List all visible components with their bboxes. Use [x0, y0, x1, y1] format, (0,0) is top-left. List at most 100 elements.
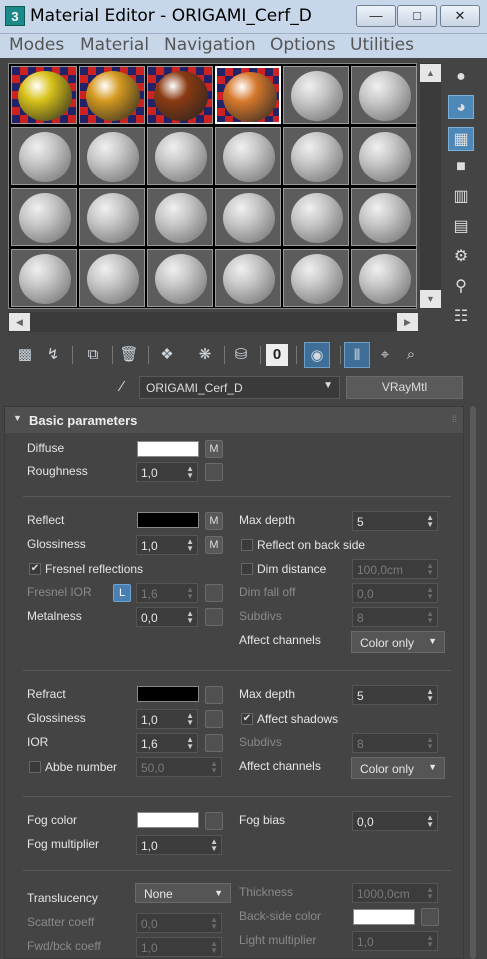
video-color-check-icon[interactable]: ▥ [448, 185, 474, 209]
affect-shadows-checkbox[interactable]: ✔ [241, 713, 253, 725]
material-slot-slot-yellow[interactable] [11, 66, 77, 124]
scatter-coeff-spinner[interactable]: 0,0 ▲ ▼ [136, 913, 222, 933]
ior-spinner[interactable]: 1,6 ▲ ▼ [136, 733, 198, 753]
go-to-parent-icon[interactable]: ⌖ [372, 342, 398, 368]
diffuse-color-swatch[interactable] [137, 441, 199, 457]
metalness-spinner[interactable]: 0,0 ▲ ▼ [136, 607, 198, 627]
refract-max-depth-spinner[interactable]: 5 ▲ ▼ [352, 685, 438, 705]
back-side-color-swatch[interactable] [353, 909, 415, 925]
empty-material-slot[interactable] [283, 66, 349, 124]
empty-material-slot[interactable] [283, 249, 349, 307]
dim-distance-checkbox[interactable] [241, 563, 253, 575]
scroll-left-arrow-icon[interactable]: ◀ [9, 313, 30, 331]
menu-modes[interactable]: Modes [9, 35, 64, 55]
dim-distance-spinner[interactable]: 100,0cm ▲ ▼ [352, 559, 438, 579]
empty-material-slot[interactable] [215, 188, 281, 246]
sample-uv-tiling-icon[interactable]: ■ [448, 155, 474, 179]
scroll-up-arrow-icon[interactable]: ▲ [420, 64, 441, 82]
translucency-dropdown[interactable]: None ▼ [135, 883, 231, 903]
empty-material-slot[interactable] [79, 127, 145, 185]
fog-multiplier-spinner[interactable]: 1,0 ▲ ▼ [136, 835, 222, 855]
light-multiplier-spinner[interactable]: 1,0 ▲ ▼ [352, 931, 438, 951]
options-icon[interactable]: ⚙ [448, 245, 474, 269]
empty-material-slot[interactable] [351, 127, 417, 185]
scroll-right-arrow-icon[interactable]: ▶ [397, 313, 418, 331]
fog-color-map-button[interactable] [205, 812, 223, 830]
rollout-scrollbar[interactable] [470, 406, 476, 959]
fresnel-ior-lock-button[interactable]: L [113, 584, 131, 602]
refract-subdivs-spinner[interactable]: 8 ▲ ▼ [352, 733, 438, 753]
thickness-spinner[interactable]: 1000,0cm ▲ ▼ [352, 883, 438, 903]
close-button[interactable]: ✕ [440, 5, 480, 27]
ior-map-button[interactable] [205, 734, 223, 752]
empty-material-slot[interactable] [147, 188, 213, 246]
fwd-bck-coeff-spinner[interactable]: 1,0 ▲ ▼ [136, 937, 222, 957]
menu-navigation[interactable]: Navigation [164, 35, 256, 55]
scroll-down-arrow-icon[interactable]: ▼ [420, 290, 441, 308]
dim-falloff-spinner[interactable]: 0,0 ▲ ▼ [352, 583, 438, 603]
material-slot-slot-orange[interactable] [79, 66, 145, 124]
make-preview-icon[interactable]: ▤ [448, 215, 474, 239]
material-type-button[interactable]: VRayMtl [346, 376, 463, 399]
empty-material-slot[interactable] [147, 127, 213, 185]
reflect-map-button[interactable]: M [205, 512, 223, 530]
empty-material-slot[interactable] [215, 249, 281, 307]
make-unique-icon[interactable]: ❋ [192, 342, 218, 368]
reflect-max-depth-spinner[interactable]: 5 ▲ ▼ [352, 511, 438, 531]
minimize-button[interactable]: — [356, 5, 396, 27]
glossiness-spinner[interactable]: 1,0 ▲ ▼ [136, 535, 198, 555]
empty-material-slot[interactable] [147, 249, 213, 307]
empty-material-slot[interactable] [351, 249, 417, 307]
rollout-header[interactable]: ▼ Basic parameters ⁞⁞ [5, 407, 463, 433]
refract-affect-channels-dropdown[interactable]: Color only ▼ [351, 757, 445, 779]
empty-material-slot[interactable] [79, 249, 145, 307]
menu-options[interactable]: Options [270, 35, 336, 55]
backlight-icon[interactable]: ◕ [448, 95, 474, 119]
diffuse-map-button[interactable]: M [205, 440, 223, 458]
empty-material-slot[interactable] [215, 127, 281, 185]
abbe-checkbox[interactable] [29, 761, 41, 773]
slots-vertical-scrollbar[interactable]: ▲ ▼ [420, 63, 441, 309]
empty-material-slot[interactable] [351, 188, 417, 246]
empty-material-slot[interactable] [283, 188, 349, 246]
fog-color-swatch[interactable] [137, 812, 199, 828]
empty-material-slot[interactable] [283, 127, 349, 185]
refract-glossiness-spinner[interactable]: 1,0 ▲ ▼ [136, 709, 198, 729]
select-by-material-icon[interactable]: ⚲ [448, 275, 474, 299]
fresnel-ior-map-button[interactable] [205, 584, 223, 602]
material-id-channel-icon[interactable]: 0 [266, 344, 288, 366]
reflect-subdivs-spinner[interactable]: 8 ▲ ▼ [352, 607, 438, 627]
reflect-back-side-checkbox[interactable] [241, 539, 253, 551]
material-slot-slot-selected-orange[interactable] [215, 66, 281, 124]
glossiness-map-button[interactable]: M [205, 536, 223, 554]
copy-material-icon[interactable]: ❖ [154, 342, 180, 368]
refract-map-button[interactable] [205, 686, 223, 704]
material-slot-slot-brown[interactable] [147, 66, 213, 124]
refract-color-swatch[interactable] [137, 686, 199, 702]
roughness-spinner[interactable]: 1,0 ▲ ▼ [136, 462, 198, 482]
metalness-map-button[interactable] [205, 608, 223, 626]
fresnel-checkbox[interactable]: ✔ [29, 563, 41, 575]
material-map-navigator-icon[interactable]: ☷ [448, 305, 474, 329]
material-name-field[interactable]: ORIGAMI_Cerf_D ▼ [139, 376, 340, 399]
delete-icon[interactable]: 🗑 [116, 342, 142, 368]
maximize-button[interactable]: □ [397, 5, 437, 27]
empty-material-slot[interactable] [11, 127, 77, 185]
fresnel-ior-spinner[interactable]: 1,6 ▲ ▼ [136, 583, 198, 603]
roughness-map-button[interactable] [205, 463, 223, 481]
put-to-library-icon[interactable]: ⛁ [228, 342, 254, 368]
empty-material-slot[interactable] [11, 249, 77, 307]
refract-glossiness-map-button[interactable] [205, 710, 223, 728]
back-side-map-button[interactable] [421, 908, 439, 926]
put-to-scene-icon[interactable]: ↯ [40, 342, 66, 368]
show-end-result-icon[interactable]: ⫴ [344, 342, 370, 368]
reflect-color-swatch[interactable] [137, 512, 199, 528]
menu-utilities[interactable]: Utilities [350, 35, 414, 55]
abbe-spinner[interactable]: 50,0 ▲ ▼ [136, 757, 222, 777]
menu-material[interactable]: Material [80, 35, 149, 55]
empty-material-slot[interactable] [79, 188, 145, 246]
go-to-sibling-icon[interactable]: ⌕ [398, 342, 424, 368]
empty-material-slot[interactable] [11, 188, 77, 246]
assign-to-selection-icon[interactable]: ⧉ [80, 342, 106, 368]
fog-bias-spinner[interactable]: 0,0 ▲ ▼ [352, 811, 438, 831]
